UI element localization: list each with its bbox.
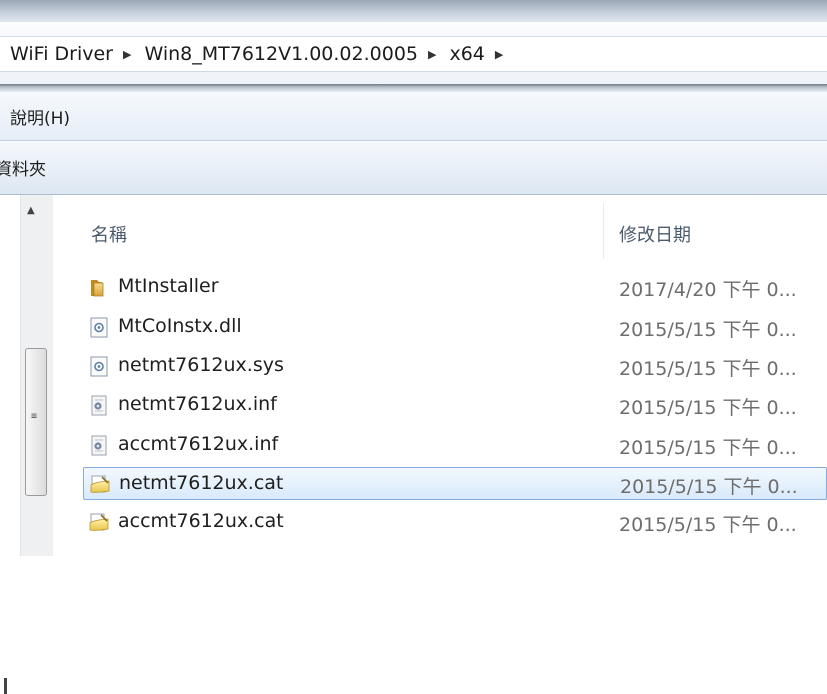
- file-date: 2015/5/15 下午 0...: [619, 514, 797, 536]
- breadcrumb-wifi-driver[interactable]: WiFi Driver: [10, 43, 113, 65]
- breadcrumb-win8-folder[interactable]: Win8_MT7612V1.00.02.0005: [144, 43, 418, 65]
- file-date: 2015/5/15 下午 0...: [619, 319, 797, 341]
- file-name: accmt7612ux.inf: [118, 433, 279, 455]
- file-date: 2017/4/20 下午 0...: [619, 279, 797, 301]
- breadcrumb-arrow-icon[interactable]: ▶: [123, 48, 131, 61]
- nav-pane-scrollbar[interactable]: ▲ ≡: [20, 195, 54, 556]
- command-bar: 資料夾: [0, 141, 827, 195]
- scrollbar-grip-icon: ≡: [31, 411, 38, 422]
- dll-file-icon: [90, 317, 108, 338]
- file-name: netmt7612ux.inf: [118, 393, 277, 415]
- file-name: MtInstaller: [118, 275, 219, 297]
- breadcrumb-arrow-icon[interactable]: ▶: [495, 48, 503, 61]
- file-row-accmt7612ux-inf[interactable]: accmt7612ux.inf 2015/5/15 下午 0...: [83, 429, 827, 462]
- scroll-up-arrow-icon[interactable]: ▲: [27, 205, 35, 216]
- file-row-netmt7612ux-inf[interactable]: netmt7612ux.inf 2015/5/15 下午 0...: [83, 389, 827, 422]
- folder-icon: [91, 280, 104, 297]
- column-header-row: 名稱 修改日期: [53, 195, 827, 265]
- file-date: 2015/5/15 下午 0...: [620, 476, 798, 498]
- file-date: 2015/5/15 下午 0...: [619, 358, 797, 380]
- file-list-pane: 名稱 修改日期 MtInstaller 2017/4/20 下午 0... Mt…: [53, 195, 827, 556]
- pane-resize-handle[interactable]: [4, 678, 7, 694]
- window-title-bar: [0, 0, 827, 22]
- column-header-date-modified[interactable]: 修改日期: [619, 221, 691, 247]
- file-name: netmt7612ux.cat: [119, 472, 284, 494]
- inf-file-icon: [91, 435, 107, 456]
- file-name: MtCoInstx.dll: [118, 315, 242, 337]
- file-date: 2015/5/15 下午 0...: [619, 437, 797, 459]
- file-row-accmt7612ux-cat[interactable]: accmt7612ux.cat 2015/5/15 下午 0...: [83, 506, 827, 539]
- address-bar-area: WiFi Driver ▶ Win8_MT7612V1.00.02.0005 ▶…: [0, 22, 827, 85]
- file-row-mtinstaller[interactable]: MtInstaller 2017/4/20 下午 0...: [83, 271, 827, 304]
- file-row-mtcoinstx-dll[interactable]: MtCoInstx.dll 2015/5/15 下午 0...: [83, 311, 827, 344]
- cat-file-icon: [90, 475, 110, 493]
- file-row-netmt7612ux-cat[interactable]: netmt7612ux.cat 2015/5/15 下午 0...: [83, 467, 827, 500]
- sys-file-icon: [90, 356, 108, 377]
- command-new-folder[interactable]: 資料夾: [0, 155, 46, 180]
- scrollbar-thumb[interactable]: ≡: [25, 348, 47, 496]
- file-date: 2015/5/15 下午 0...: [619, 397, 797, 419]
- menu-help[interactable]: 說明(H): [0, 104, 70, 129]
- cat-file-icon: [89, 513, 109, 531]
- breadcrumb-arrow-icon[interactable]: ▶: [428, 48, 436, 61]
- file-name: accmt7612ux.cat: [118, 510, 284, 532]
- breadcrumb-x64[interactable]: x64: [449, 43, 484, 65]
- address-bar[interactable]: WiFi Driver ▶ Win8_MT7612V1.00.02.0005 ▶…: [0, 36, 827, 72]
- inf-file-icon: [91, 395, 107, 416]
- navigation-pane[interactable]: [0, 195, 20, 694]
- column-divider[interactable]: [603, 203, 604, 259]
- menu-bar: 說明(H): [0, 92, 827, 141]
- toolbar-divider: [0, 84, 827, 92]
- column-header-name[interactable]: 名稱: [91, 221, 127, 247]
- file-row-netmt7612ux-sys[interactable]: netmt7612ux.sys 2015/5/15 下午 0...: [83, 350, 827, 383]
- file-name: netmt7612ux.sys: [118, 354, 284, 376]
